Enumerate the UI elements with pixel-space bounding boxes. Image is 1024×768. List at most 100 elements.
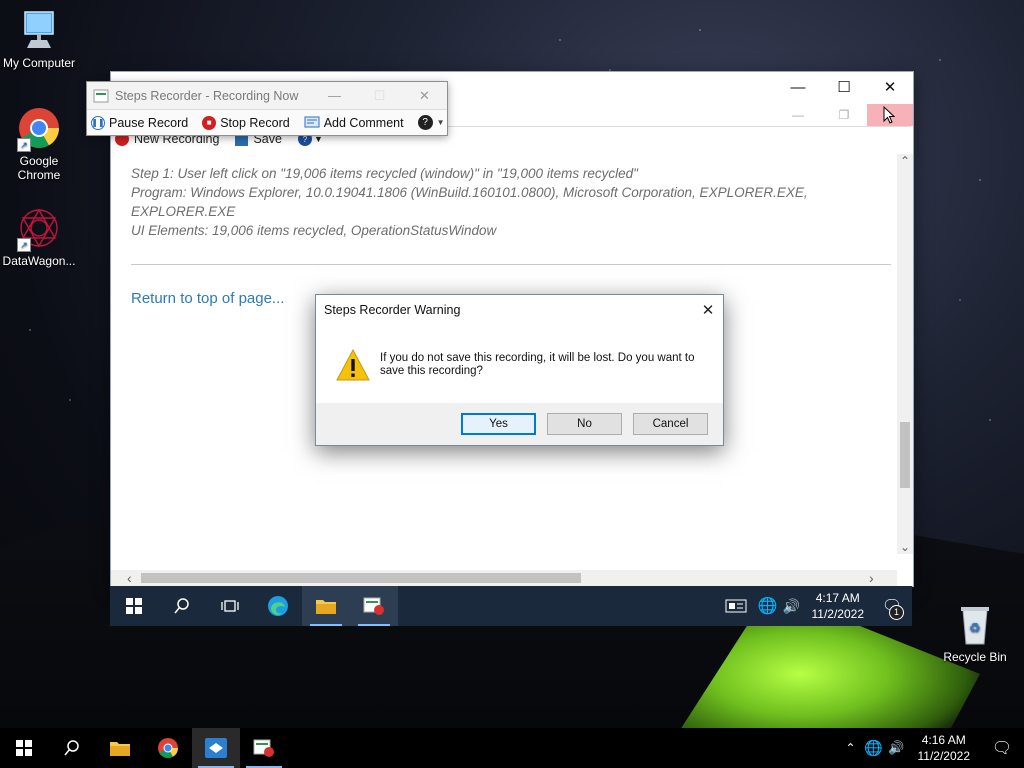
captured-start-icon [110,586,158,626]
pause-icon: ❚❚ [91,115,105,130]
scroll-up-icon[interactable]: ⌃ [897,154,913,168]
faded-minimize-icon: — [792,108,804,122]
add-comment-label: Add Comment [323,115,404,130]
captured-task-view-icon [206,586,254,626]
shortcut-arrow-icon: ↗ [17,138,31,152]
recorder-title: Steps Recorder - Recording Now [115,88,299,103]
taskbar-steps-recorder[interactable] [240,728,288,768]
recycle-bin-icon: ♻ [953,602,997,646]
taskbar-steps-recorder-viewer[interactable] [192,728,240,768]
steps-recorder-icon [253,739,274,757]
stop-icon: ■ [202,115,217,130]
minimize-button[interactable]: — [775,72,821,102]
warning-icon [336,349,370,381]
scroll-down-icon[interactable]: ⌄ [897,540,913,554]
system-tray: ⌃ 🌐 🔊 4:16 AM 11/2/2022 🗨 [840,728,1024,768]
dialog-close-button[interactable]: ✕ [693,295,723,325]
computer-icon [17,8,61,52]
captured-notification-icon: 🗨 1 [872,596,912,620]
scroll-left-icon[interactable]: ‹ [127,570,132,586]
step-description: Step 1: User left click on "19,006 items… [131,166,638,181]
add-comment-button[interactable]: Add Comment [304,116,404,130]
taskbar-time: 4:16 AM [921,733,966,747]
search-icon [64,740,79,756]
search-button[interactable] [48,728,96,768]
taskbar: ⌃ 🌐 🔊 4:16 AM 11/2/2022 🗨 [0,728,1024,768]
captured-search-icon [158,586,206,626]
close-button[interactable]: ✕ [867,72,913,102]
comment-icon [304,116,320,127]
clock[interactable]: 4:16 AM 11/2/2022 [908,732,981,764]
cancel-button[interactable]: Cancel [633,413,708,435]
steps-recorder-viewer-icon [205,738,227,758]
recorder-close-button[interactable]: ✕ [402,88,447,104]
captured-date: 11/2/2022 [811,607,865,621]
recorder-title-bar[interactable]: Steps Recorder - Recording Now — ☐ ✕ [87,82,447,109]
yes-button[interactable]: Yes [461,413,536,435]
program-info: Program: Windows Explorer, 10.0.19041.18… [131,185,808,219]
chrome-icon [158,738,178,758]
captured-network-icon: 🌐 [757,598,778,615]
dialog-message: If you do not save this recording, it wi… [380,352,695,377]
help-icon: ? [417,115,433,130]
captured-taskbar: 🌐 🔊 4:17 AM 11/2/2022 🗨 1 [110,586,912,626]
captured-clock: 4:17 AM 11/2/2022 [804,590,873,622]
svg-text:♻: ♻ [969,621,981,636]
shortcut-arrow-icon: ↗ [17,238,31,252]
section-divider [131,264,891,265]
return-to-top-link[interactable]: Return to top of page... [131,290,284,307]
step-details: Step 1: User left click on "19,006 items… [131,164,891,240]
dialog-body: If you do not save this recording, it wi… [336,349,698,381]
desktop-icon-datawagon[interactable]: ↗ DataWagon... [0,206,78,268]
horizontal-scroll-thumb[interactable] [141,573,581,583]
no-button[interactable]: No [547,413,622,435]
network-icon[interactable]: 🌐 [862,739,886,757]
desktop-icon-recycle-bin[interactable]: ♻ Recycle Bin [936,602,1014,664]
desktop-icon-my-computer[interactable]: My Computer [0,8,78,70]
desktop-icon-google-chrome[interactable]: ↗ Google Chrome [0,106,78,182]
captured-volume-icon: 🔊 [782,597,801,614]
stop-record-button[interactable]: ■ Stop Record [202,115,290,130]
mouse-cursor-icon [883,106,896,124]
dialog-title: Steps Recorder Warning [324,303,461,317]
captured-time: 4:17 AM [815,591,860,605]
windows-logo-icon [16,740,32,756]
faded-restore-icon: ❐ [838,108,850,122]
start-button[interactable] [0,728,48,768]
captured-steps-recorder-icon [350,586,398,626]
show-hidden-icons-button[interactable]: ⌃ [840,741,862,755]
taskbar-file-explorer[interactable] [96,728,144,768]
desktop-icon-label: Recycle Bin [943,650,1007,664]
maximize-button[interactable]: ☐ [821,72,867,102]
faded-window-controls: — ❐ [775,104,913,126]
recorder-help-dropdown[interactable]: ? ▼ [417,115,445,130]
captured-edge-icon [254,586,302,626]
desktop-icon-label: DataWagon... [2,254,76,268]
steps-recorder-warning-dialog: Steps Recorder Warning ✕ If you do not s… [315,294,724,446]
recorder-minimize-button[interactable]: — [312,88,357,104]
vertical-scroll-thumb[interactable] [900,422,910,488]
faded-close-icon [867,104,913,126]
desktop-icon-label: My Computer [2,56,76,70]
volume-icon[interactable]: 🔊 [886,740,908,756]
chevron-down-icon: ▼ [436,118,445,127]
window-controls: — ☐ ✕ [775,72,913,102]
scroll-right-icon[interactable]: › [869,570,874,586]
pause-record-label: Pause Record [109,115,189,130]
taskbar-chrome[interactable] [144,728,192,768]
stop-record-label: Stop Record [220,115,290,130]
ui-elements-info: UI Elements: 19,006 items recycled, Oper… [131,223,497,238]
steps-recorder-app-icon [93,89,109,102]
recorder-maximize-button[interactable]: ☐ [357,88,402,104]
notification-center-icon[interactable]: 🗨 [980,738,1024,758]
datawagon-icon: ↗ [17,206,61,252]
chrome-icon: ↗ [17,106,61,152]
recorder-window-controls: — ☐ ✕ [312,88,447,104]
pause-record-button[interactable]: ❚❚ Pause Record [91,115,189,130]
file-explorer-icon [110,742,130,756]
captured-file-explorer-icon [302,586,350,626]
vertical-scrollbar[interactable]: ⌃ ⌄ [897,154,913,554]
taskbar-date: 11/2/2022 [917,749,971,763]
dialog-button-bar: Yes No Cancel [316,403,723,445]
horizontal-scrollbar[interactable]: ‹ › [111,570,897,586]
